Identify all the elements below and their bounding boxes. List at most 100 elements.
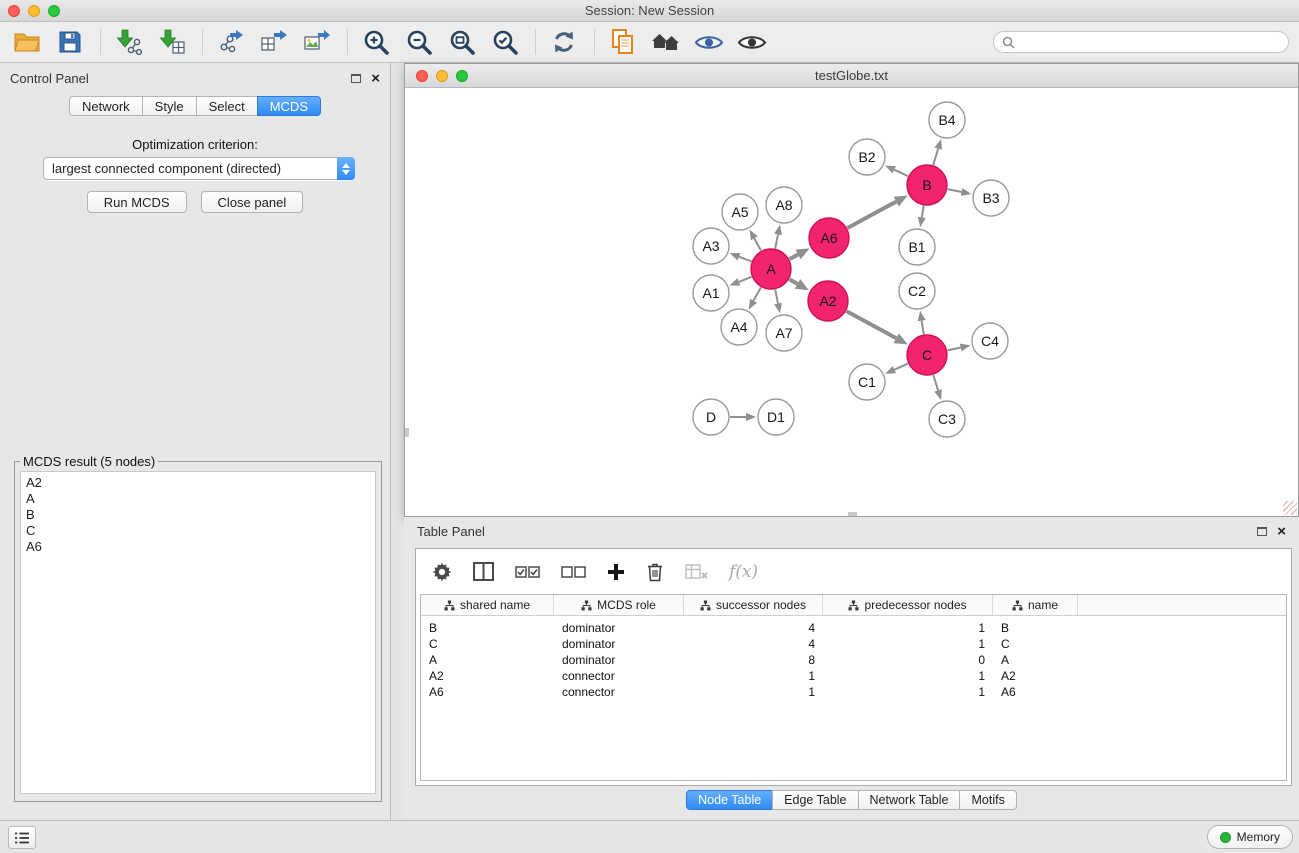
graph-node-A8[interactable]: A8 bbox=[766, 187, 802, 223]
graph-edge-A-A7[interactable] bbox=[775, 290, 778, 304]
graph-edge-B-B2[interactable] bbox=[894, 170, 908, 176]
network-close-button[interactable] bbox=[416, 70, 428, 82]
zoom-in-button[interactable] bbox=[359, 25, 393, 59]
add-column-button[interactable] bbox=[607, 563, 625, 581]
network-minimize-button[interactable] bbox=[436, 70, 448, 82]
table-row[interactable]: A6connector11A6 bbox=[421, 684, 1286, 700]
mcds-result-list[interactable]: A2ABCA6 bbox=[20, 471, 376, 794]
import-network-button[interactable] bbox=[112, 25, 146, 59]
graph-edge-A-A2[interactable] bbox=[789, 279, 797, 284]
save-session-button[interactable] bbox=[53, 25, 87, 59]
tab-network[interactable]: Network bbox=[69, 96, 143, 116]
graph-node-C2[interactable]: C2 bbox=[899, 273, 935, 309]
graph-edge-A6-B[interactable] bbox=[848, 202, 897, 228]
optimization-criterion-select[interactable]: largest connected component (directed) bbox=[43, 157, 355, 180]
tab-edge-table[interactable]: Edge Table bbox=[772, 790, 858, 810]
export-table-button[interactable] bbox=[257, 25, 291, 59]
close-panel-icon[interactable]: × bbox=[371, 73, 380, 84]
table-row[interactable]: Bdominator41B bbox=[421, 620, 1286, 636]
task-history-button[interactable] bbox=[8, 826, 36, 849]
tab-select[interactable]: Select bbox=[196, 96, 258, 116]
memory-button[interactable]: Memory bbox=[1207, 825, 1293, 849]
zoom-fit-button[interactable] bbox=[445, 25, 479, 59]
function-builder-button[interactable]: f(x) bbox=[729, 562, 758, 582]
graph-edge-C-C1[interactable] bbox=[894, 364, 907, 370]
graph-node-C[interactable]: C bbox=[907, 335, 947, 375]
graph-node-C1[interactable]: C1 bbox=[849, 364, 885, 400]
network-canvas[interactable]: B4B2BB3A5A8A6A3B1AC2A1A2A4A7C4CC1DD1C3 bbox=[405, 88, 1298, 516]
graph-node-B1[interactable]: B1 bbox=[899, 229, 935, 265]
close-table-panel-icon[interactable]: × bbox=[1277, 526, 1286, 537]
tab-node-table[interactable]: Node Table bbox=[686, 790, 773, 810]
tab-motifs[interactable]: Motifs bbox=[959, 790, 1016, 810]
graph-edge-C-C3[interactable] bbox=[933, 375, 938, 390]
column-header-shared-name[interactable]: shared name bbox=[421, 595, 554, 615]
graph-node-B2[interactable]: B2 bbox=[849, 139, 885, 175]
graph-node-A4[interactable]: A4 bbox=[721, 309, 757, 345]
graph-node-A1[interactable]: A1 bbox=[693, 275, 729, 311]
column-header-name[interactable]: name bbox=[993, 595, 1078, 615]
delete-table-button[interactable] bbox=[685, 564, 708, 580]
result-item[interactable]: A bbox=[26, 491, 370, 507]
resize-grip-icon[interactable] bbox=[1283, 501, 1297, 515]
graph-node-A3[interactable]: A3 bbox=[693, 228, 729, 264]
graph-node-B3[interactable]: B3 bbox=[973, 180, 1009, 216]
close-window-button[interactable] bbox=[8, 5, 20, 17]
copy-document-button[interactable] bbox=[606, 25, 640, 59]
graph-edge-A-A5[interactable] bbox=[754, 238, 761, 250]
graph-edge-A-A1[interactable] bbox=[739, 277, 752, 282]
result-item[interactable]: A6 bbox=[26, 539, 370, 555]
run-mcds-button[interactable]: Run MCDS bbox=[87, 191, 187, 213]
graph-node-A7[interactable]: A7 bbox=[766, 315, 802, 351]
tab-mcds[interactable]: MCDS bbox=[257, 96, 321, 116]
minimize-window-button[interactable] bbox=[28, 5, 40, 17]
float-table-panel-icon[interactable] bbox=[1257, 527, 1267, 536]
close-panel-button[interactable]: Close panel bbox=[201, 191, 304, 213]
result-item[interactable]: B bbox=[26, 507, 370, 523]
table-row[interactable]: Adominator80A bbox=[421, 652, 1286, 668]
graph-edge-B-B1[interactable] bbox=[922, 206, 924, 218]
column-header-successor-nodes[interactable]: successor nodes bbox=[684, 595, 823, 615]
graph-node-B[interactable]: B bbox=[907, 165, 947, 205]
graph-node-D[interactable]: D bbox=[693, 399, 729, 435]
table-row[interactable]: A2connector11A2 bbox=[421, 668, 1286, 684]
graph-node-A5[interactable]: A5 bbox=[722, 194, 758, 230]
graphics-details-button[interactable] bbox=[692, 25, 726, 59]
search-input[interactable] bbox=[1020, 35, 1280, 50]
graph-node-D1[interactable]: D1 bbox=[758, 399, 794, 435]
open-session-button[interactable] bbox=[10, 25, 44, 59]
graph-edge-C-C4[interactable] bbox=[948, 348, 961, 351]
graph-node-A6[interactable]: A6 bbox=[809, 218, 849, 258]
export-image-button[interactable] bbox=[300, 25, 334, 59]
home-button[interactable] bbox=[649, 25, 683, 59]
graph-edge-A-A3[interactable] bbox=[739, 257, 751, 262]
select-all-button[interactable] bbox=[515, 565, 540, 579]
result-item[interactable]: C bbox=[26, 523, 370, 539]
show-hide-button[interactable] bbox=[735, 25, 769, 59]
graph-node-B4[interactable]: B4 bbox=[929, 102, 965, 138]
show-columns-button[interactable] bbox=[473, 562, 494, 581]
tab-network-table[interactable]: Network Table bbox=[858, 790, 961, 810]
zoom-out-button[interactable] bbox=[402, 25, 436, 59]
result-item[interactable]: A2 bbox=[26, 475, 370, 491]
graph-edge-C-C2[interactable] bbox=[922, 321, 924, 335]
graph-edge-A2-C[interactable] bbox=[846, 311, 896, 338]
table-row[interactable]: Cdominator41C bbox=[421, 636, 1286, 652]
column-header-predecessor-nodes[interactable]: predecessor nodes bbox=[823, 595, 993, 615]
graph-node-A2[interactable]: A2 bbox=[808, 281, 848, 321]
export-network-button[interactable] bbox=[214, 25, 248, 59]
graph-node-C3[interactable]: C3 bbox=[929, 401, 965, 437]
graph-edge-A-A6[interactable] bbox=[790, 255, 799, 260]
graph-edge-B-B4[interactable] bbox=[933, 149, 938, 165]
graph-node-A[interactable]: A bbox=[751, 249, 791, 289]
float-panel-icon[interactable] bbox=[351, 74, 361, 83]
fullscreen-window-button[interactable] bbox=[48, 5, 60, 17]
tab-style[interactable]: Style bbox=[142, 96, 197, 116]
import-table-button[interactable] bbox=[155, 25, 189, 59]
zoom-selected-button[interactable] bbox=[488, 25, 522, 59]
delete-column-button[interactable] bbox=[646, 562, 664, 582]
network-zoom-button[interactable] bbox=[456, 70, 468, 82]
graph-edge-A-A8[interactable] bbox=[775, 234, 778, 248]
deselect-all-button[interactable] bbox=[561, 565, 586, 579]
graph-edge-B-B3[interactable] bbox=[948, 189, 962, 192]
